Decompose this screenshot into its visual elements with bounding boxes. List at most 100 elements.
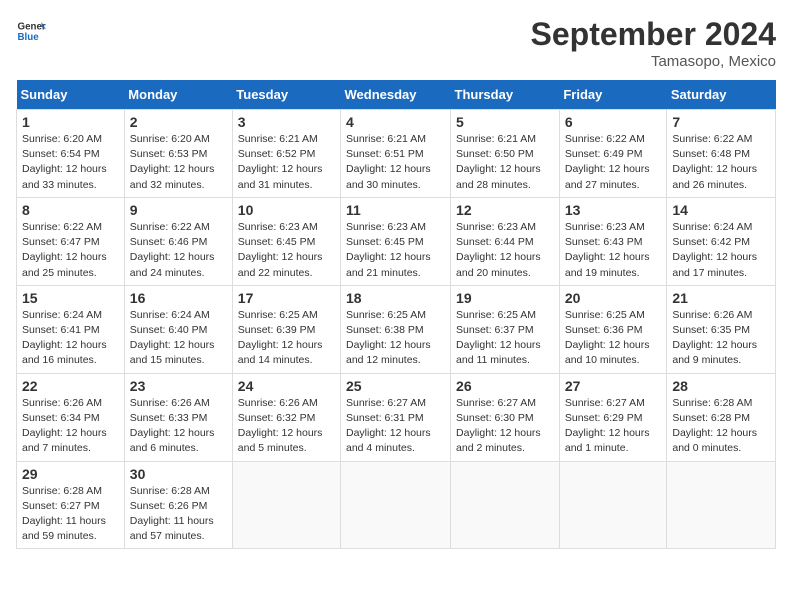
- header-wednesday: Wednesday: [341, 80, 451, 110]
- calendar-cell: 11Sunrise: 6:23 AMSunset: 6:45 PMDayligh…: [341, 197, 451, 285]
- day-number: 14: [672, 202, 770, 218]
- day-number: 2: [130, 114, 227, 130]
- day-number: 1: [22, 114, 119, 130]
- calendar-cell: 4 Sunrise: 6:21 AMSunset: 6:51 PMDaylight…: [341, 110, 451, 198]
- day-info: Sunrise: 6:28 AMSunset: 6:26 PMDaylight:…: [130, 485, 214, 543]
- day-info: Sunrise: 6:25 AMSunset: 6:38 PMDaylight:…: [346, 309, 431, 367]
- calendar-week-5: 29 Sunrise: 6:28 AMSunset: 6:27 PMDayligh…: [17, 461, 776, 549]
- day-info: Sunrise: 6:26 AMSunset: 6:33 PMDaylight:…: [130, 397, 215, 455]
- header-thursday: Thursday: [451, 80, 560, 110]
- day-number: 18: [346, 290, 445, 306]
- day-number: 15: [22, 290, 119, 306]
- day-info: Sunrise: 6:21 AMSunset: 6:52 PMDaylight:…: [238, 133, 323, 191]
- calendar-cell: [559, 461, 667, 549]
- calendar-cell: 3 Sunrise: 6:21 AMSunset: 6:52 PMDaylight…: [232, 110, 340, 198]
- header-tuesday: Tuesday: [232, 80, 340, 110]
- day-number: 23: [130, 378, 227, 394]
- day-info: Sunrise: 6:20 AMSunset: 6:53 PMDaylight:…: [130, 133, 215, 191]
- calendar-cell: 21 Sunrise: 6:26 AMSunset: 6:35 PMDayligh…: [667, 285, 776, 373]
- logo: General Blue: [16, 16, 46, 46]
- day-number: 7: [672, 114, 770, 130]
- day-info: Sunrise: 6:23 AMSunset: 6:45 PMDaylight:…: [238, 221, 323, 279]
- day-info: Sunrise: 6:22 AMSunset: 6:48 PMDaylight:…: [672, 133, 757, 191]
- calendar-cell: 10Sunrise: 6:23 AMSunset: 6:45 PMDayligh…: [232, 197, 340, 285]
- day-info: Sunrise: 6:26 AMSunset: 6:35 PMDaylight:…: [672, 309, 757, 367]
- day-number: 25: [346, 378, 445, 394]
- calendar-cell: 29 Sunrise: 6:28 AMSunset: 6:27 PMDayligh…: [17, 461, 125, 549]
- day-info: Sunrise: 6:27 AMSunset: 6:29 PMDaylight:…: [565, 397, 650, 455]
- calendar-table: SundayMondayTuesdayWednesdayThursdayFrid…: [16, 80, 776, 549]
- calendar-cell: 24 Sunrise: 6:26 AMSunset: 6:32 PMDayligh…: [232, 373, 340, 461]
- day-info: Sunrise: 6:26 AMSunset: 6:32 PMDaylight:…: [238, 397, 323, 455]
- calendar-cell: 28 Sunrise: 6:28 AMSunset: 6:28 PMDayligh…: [667, 373, 776, 461]
- day-number: 24: [238, 378, 335, 394]
- calendar-cell: [451, 461, 560, 549]
- day-number: 12: [456, 202, 554, 218]
- calendar-cell: 12 Sunrise: 6:23 AMSunset: 6:44 PMDayligh…: [451, 197, 560, 285]
- day-info: Sunrise: 6:22 AMSunset: 6:49 PMDaylight:…: [565, 133, 650, 191]
- day-number: 29: [22, 466, 119, 482]
- calendar-cell: 23 Sunrise: 6:26 AMSunset: 6:33 PMDayligh…: [124, 373, 232, 461]
- day-info: Sunrise: 6:28 AMSunset: 6:28 PMDaylight:…: [672, 397, 757, 455]
- calendar-cell: 26 Sunrise: 6:27 AMSunset: 6:30 PMDayligh…: [451, 373, 560, 461]
- calendar-cell: 13Sunrise: 6:23 AMSunset: 6:43 PMDayligh…: [559, 197, 667, 285]
- day-info: Sunrise: 6:27 AMSunset: 6:31 PMDaylight:…: [346, 397, 431, 455]
- calendar-cell: 2 Sunrise: 6:20 AMSunset: 6:53 PMDaylight…: [124, 110, 232, 198]
- header-monday: Monday: [124, 80, 232, 110]
- day-info: Sunrise: 6:23 AMSunset: 6:44 PMDaylight:…: [456, 221, 541, 279]
- calendar-cell: [232, 461, 340, 549]
- day-number: 26: [456, 378, 554, 394]
- day-number: 8: [22, 202, 119, 218]
- svg-text:Blue: Blue: [18, 32, 40, 43]
- calendar-week-3: 15Sunrise: 6:24 AMSunset: 6:41 PMDayligh…: [17, 285, 776, 373]
- day-info: Sunrise: 6:28 AMSunset: 6:27 PMDaylight:…: [22, 485, 106, 543]
- calendar-cell: 14 Sunrise: 6:24 AMSunset: 6:42 PMDayligh…: [667, 197, 776, 285]
- page-header: General Blue September 2024 Tamasopo, Me…: [16, 16, 776, 70]
- day-info: Sunrise: 6:22 AMSunset: 6:47 PMDaylight:…: [22, 221, 107, 279]
- day-info: Sunrise: 6:24 AMSunset: 6:40 PMDaylight:…: [130, 309, 215, 367]
- calendar-week-4: 22Sunrise: 6:26 AMSunset: 6:34 PMDayligh…: [17, 373, 776, 461]
- calendar-cell: [667, 461, 776, 549]
- day-number: 20: [565, 290, 662, 306]
- calendar-cell: 19 Sunrise: 6:25 AMSunset: 6:37 PMDayligh…: [451, 285, 560, 373]
- day-info: Sunrise: 6:21 AMSunset: 6:50 PMDaylight:…: [456, 133, 541, 191]
- calendar-cell: [341, 461, 451, 549]
- calendar-week-2: 8 Sunrise: 6:22 AMSunset: 6:47 PMDaylight…: [17, 197, 776, 285]
- day-info: Sunrise: 6:25 AMSunset: 6:37 PMDaylight:…: [456, 309, 541, 367]
- calendar-cell: 18 Sunrise: 6:25 AMSunset: 6:38 PMDayligh…: [341, 285, 451, 373]
- day-info: Sunrise: 6:21 AMSunset: 6:51 PMDaylight:…: [346, 133, 431, 191]
- calendar-cell: 30 Sunrise: 6:28 AMSunset: 6:26 PMDayligh…: [124, 461, 232, 549]
- day-number: 19: [456, 290, 554, 306]
- calendar-cell: 25 Sunrise: 6:27 AMSunset: 6:31 PMDayligh…: [341, 373, 451, 461]
- header-saturday: Saturday: [667, 80, 776, 110]
- calendar-cell: 7 Sunrise: 6:22 AMSunset: 6:48 PMDaylight…: [667, 110, 776, 198]
- day-number: 16: [130, 290, 227, 306]
- day-number: 3: [238, 114, 335, 130]
- day-info: Sunrise: 6:22 AMSunset: 6:46 PMDaylight:…: [130, 221, 215, 279]
- calendar-cell: 9Sunrise: 6:22 AMSunset: 6:46 PMDaylight…: [124, 197, 232, 285]
- logo-icon: General Blue: [16, 16, 46, 46]
- day-number: 21: [672, 290, 770, 306]
- calendar-cell: 22Sunrise: 6:26 AMSunset: 6:34 PMDayligh…: [17, 373, 125, 461]
- header-sunday: Sunday: [17, 80, 125, 110]
- day-number: 30: [130, 466, 227, 482]
- day-info: Sunrise: 6:23 AMSunset: 6:43 PMDaylight:…: [565, 221, 650, 279]
- calendar-cell: 1Sunrise: 6:20 AMSunset: 6:54 PMDaylight…: [17, 110, 125, 198]
- day-number: 6: [565, 114, 662, 130]
- day-number: 17: [238, 290, 335, 306]
- day-number: 4: [346, 114, 445, 130]
- calendar-cell: 6 Sunrise: 6:22 AMSunset: 6:49 PMDaylight…: [559, 110, 667, 198]
- day-info: Sunrise: 6:23 AMSunset: 6:45 PMDaylight:…: [346, 221, 431, 279]
- day-info: Sunrise: 6:27 AMSunset: 6:30 PMDaylight:…: [456, 397, 541, 455]
- day-info: Sunrise: 6:26 AMSunset: 6:34 PMDaylight:…: [22, 397, 107, 455]
- day-info: Sunrise: 6:25 AMSunset: 6:39 PMDaylight:…: [238, 309, 323, 367]
- day-number: 28: [672, 378, 770, 394]
- calendar-cell: 17 Sunrise: 6:25 AMSunset: 6:39 PMDayligh…: [232, 285, 340, 373]
- location: Tamasopo, Mexico: [531, 53, 776, 70]
- month-title: September 2024: [531, 16, 776, 53]
- day-info: Sunrise: 6:24 AMSunset: 6:42 PMDaylight:…: [672, 221, 757, 279]
- calendar-cell: 27Sunrise: 6:27 AMSunset: 6:29 PMDayligh…: [559, 373, 667, 461]
- calendar-week-1: 1Sunrise: 6:20 AMSunset: 6:54 PMDaylight…: [17, 110, 776, 198]
- calendar-cell: 16 Sunrise: 6:24 AMSunset: 6:40 PMDayligh…: [124, 285, 232, 373]
- calendar-cell: 15Sunrise: 6:24 AMSunset: 6:41 PMDayligh…: [17, 285, 125, 373]
